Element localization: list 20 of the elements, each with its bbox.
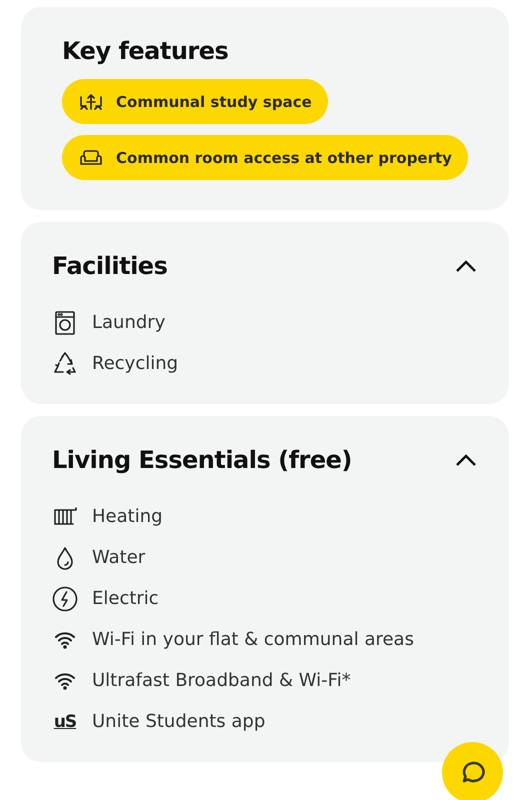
washing-machine-icon: [52, 310, 78, 336]
feature-label: Common room access at other property: [116, 148, 452, 166]
amenity-label: Ultrafast Broadband & Wi-Fi*: [92, 670, 351, 691]
amenity-label: Electric: [92, 588, 159, 609]
amenity-label: Laundry: [92, 312, 166, 333]
chevron-icon[interactable]: [455, 259, 477, 273]
lightning-icon: [52, 586, 78, 612]
chat-button[interactable]: [442, 742, 503, 800]
amenity-label: Recycling: [92, 353, 178, 374]
section-title: Living Essentials (free): [52, 446, 352, 474]
amenity-label: Unite Students app: [92, 711, 266, 732]
chevron-icon[interactable]: [455, 453, 477, 467]
section-title: Facilities: [52, 252, 168, 280]
amenity-label: Heating: [92, 506, 163, 527]
recycling-icon: [52, 350, 78, 376]
section-title: Key features: [62, 37, 230, 65]
amenity-label: Water: [92, 547, 146, 568]
feature-label: Communal study space: [116, 92, 312, 110]
amenity-label: Wi-Fi in your flat & communal areas: [92, 629, 414, 650]
logo-icon: uS: [52, 712, 78, 732]
